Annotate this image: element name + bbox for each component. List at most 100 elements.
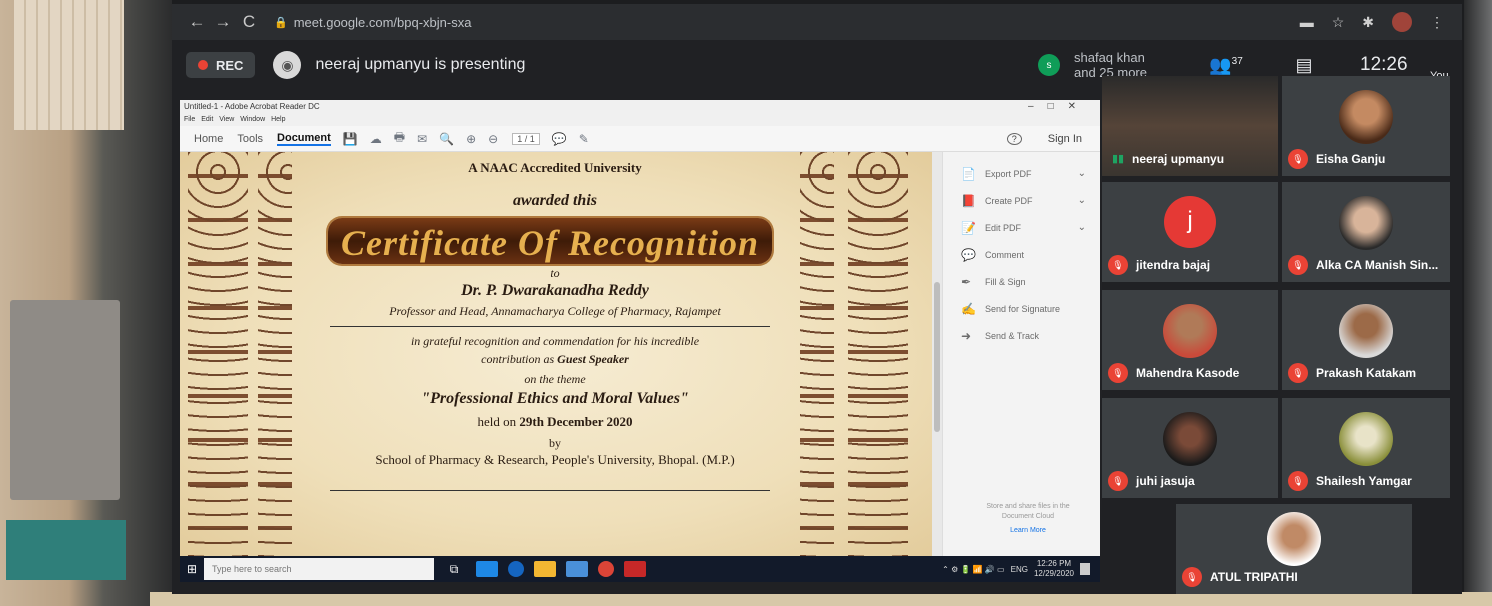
mail-icon[interactable] <box>566 561 588 577</box>
chevron-down-icon[interactable]: ⌄ <box>1078 195 1086 206</box>
back-button[interactable]: ← <box>184 12 210 32</box>
help-icon[interactable]: ? <box>1006 132 1022 145</box>
speaking-indicator-icon: ▮▮ <box>1112 153 1125 165</box>
profile-avatar[interactable] <box>1392 12 1412 32</box>
edge-icon[interactable] <box>508 561 524 577</box>
taskbar-search-input[interactable]: Type here to search <box>204 558 434 580</box>
people-icon-glyph: 👥 <box>1209 54 1232 75</box>
forward-button[interactable]: → <box>210 12 236 32</box>
email-icon[interactable]: ✉ <box>417 132 427 146</box>
menu-kebab-icon[interactable]: ⋮ <box>1430 14 1444 31</box>
task-view-icon[interactable]: ⧉ <box>442 562 466 577</box>
page-up-icon[interactable]: ⊕ <box>466 132 476 146</box>
sign-in-label: Sign In <box>1047 132 1082 145</box>
recipient-designation: Professor and Head, Annamacharya College… <box>389 304 721 318</box>
tool-label: Send for Signature <box>985 303 1061 314</box>
participant-tile[interactable]: 🎙 Eisha Ganju <box>1282 76 1450 176</box>
tab-tools[interactable]: Tools <box>237 133 263 145</box>
language-indicator[interactable]: ENG <box>1011 565 1028 574</box>
awarded-line: awarded this <box>512 192 597 209</box>
chat-icon[interactable]: ▤ <box>1282 55 1326 76</box>
avatar <box>1339 412 1393 466</box>
participant-tile-main[interactable]: ▮▮ neeraj upmanyu <box>1102 76 1278 176</box>
monitor-bezel <box>1464 0 1492 606</box>
search-icon[interactable]: 🔍 <box>439 132 454 146</box>
document-cloud-promo: Store and share files in the Document Cl… <box>973 502 1083 536</box>
participant-tile[interactable]: 🎙 Shailesh Yamgar <box>1282 398 1450 498</box>
acrobat-toolbar: Home Tools Document 💾 ☁ 🖶 ✉ 🔍 ⊕ ⊖ 1 / 1 … <box>180 126 1100 152</box>
participant-tile[interactable]: 🎙 ATUL TRIPATHI <box>1176 504 1412 594</box>
avatar <box>1267 512 1321 566</box>
tool-edit-pdf[interactable]: 📝 Edit PDF ⌄ <box>943 214 1100 241</box>
windows-taskbar: ⊞ Type here to search ⧉ ⌃ ⚙ 🔋 📶 🔊 ▭ ENG … <box>180 556 1100 582</box>
tray-icons[interactable]: ⌃ ⚙ 🔋 📶 🔊 ▭ <box>942 565 1004 574</box>
file-explorer-icon[interactable] <box>534 561 556 577</box>
windows-start-icon[interactable]: ⊞ <box>180 562 204 576</box>
acrobat-menubar[interactable]: File Edit View Window Help <box>180 114 1100 126</box>
tool-fill-sign[interactable]: ✒ Fill & Sign <box>943 268 1100 295</box>
learn-more-link[interactable]: Learn More <box>973 526 1083 536</box>
participant-name: Prakash Katakam <box>1316 366 1417 380</box>
taskbar-clock[interactable]: 12:26 PM 12/29/2020 <box>1034 559 1074 579</box>
tool-export-pdf[interactable]: 📄 Export PDF ⌄ <box>943 160 1100 187</box>
store-icon[interactable] <box>476 561 498 577</box>
taskbar-date: 12/29/2020 <box>1033 569 1074 578</box>
people-icon[interactable]: 👥37 <box>1204 55 1248 76</box>
cast-icon[interactable]: ▬ <box>1300 14 1314 30</box>
window-controls[interactable]: –□✕ <box>1028 100 1090 114</box>
comment-icon[interactable]: 💬 <box>552 132 567 146</box>
tool-comment[interactable]: 💬 Comment <box>943 241 1100 268</box>
acrobat-icon[interactable] <box>624 561 646 577</box>
held-on-line: held on 29th December 2020 <box>310 414 800 430</box>
mic-off-icon: 🎙 <box>1108 363 1128 383</box>
participant-tile[interactable]: 🎙 juhi jasuja <box>1102 398 1278 498</box>
tool-label: Create PDF <box>985 195 1033 206</box>
mic-off-icon: 🎙 <box>1108 471 1128 491</box>
participant-name: Alka CA Manish Sin... <box>1316 258 1439 272</box>
bookmark-star-icon[interactable]: ☆ <box>1332 14 1345 31</box>
tool-send-for-signature[interactable]: ✍ Send for Signature <box>943 295 1100 322</box>
ornament-border-left <box>188 152 248 556</box>
avatar <box>1163 304 1217 358</box>
print-icon[interactable]: 🖶 <box>394 128 405 149</box>
promo-text: Store and share files in the Document Cl… <box>986 503 1070 520</box>
cloud-upload-icon[interactable]: ☁ <box>370 132 382 146</box>
browser-toolbar: ← → C 🔒 meet.google.com/bpq-xbjn-sxa ▬ ☆… <box>172 4 1462 40</box>
mic-off-icon: 🎙 <box>1288 363 1308 383</box>
participant-name: juhi jasuja <box>1136 474 1195 488</box>
chevron-down-icon[interactable]: ⌄ <box>1078 222 1086 233</box>
mic-off-icon: 🎙 <box>1288 149 1308 169</box>
participant-tile[interactable]: 🎙 Mahendra Kasode <box>1102 290 1278 390</box>
tab-home[interactable]: Home <box>194 133 223 145</box>
chevron-down-icon[interactable]: ⌄ <box>1078 168 1086 179</box>
record-dot-icon <box>198 60 208 70</box>
extensions-icon[interactable]: ✱ <box>1362 14 1374 31</box>
tab-document[interactable]: Document <box>277 132 331 146</box>
notification-icon[interactable] <box>1080 563 1090 575</box>
tools-pane: 📄 Export PDF ⌄ 📕 Create PDF ⌄ 📝 Edit PDF ⌄ 💬 Co… <box>942 152 1100 556</box>
signature-divider <box>330 490 770 491</box>
participant-name: neeraj upmanyu <box>1132 152 1225 166</box>
ornament-vine-right <box>800 152 834 556</box>
presenting-text: neeraj upmanyu is presenting <box>315 56 526 73</box>
tool-create-pdf[interactable]: 📕 Create PDF ⌄ <box>943 187 1100 214</box>
by-line: by <box>549 436 561 450</box>
participant-tile[interactable]: j 🎙 jitendra bajaj <box>1102 182 1278 282</box>
page-down-icon[interactable]: ⊖ <box>488 132 498 146</box>
participant-tile[interactable]: 🎙 Prakash Katakam <box>1282 290 1450 390</box>
participant-name: jitendra bajaj <box>1136 258 1211 272</box>
document-scrollbar[interactable] <box>932 152 942 556</box>
participant-tile[interactable]: 🎙 Alka CA Manish Sin... <box>1282 182 1450 282</box>
tool-send-track[interactable]: ➜ Send & Track <box>943 322 1100 349</box>
scrollbar-thumb[interactable] <box>934 282 940 432</box>
taskbar-time: 12:26 PM <box>1036 559 1072 568</box>
chrome-icon[interactable] <box>598 561 614 577</box>
reload-button[interactable]: C <box>236 12 262 32</box>
ornament-vine-left <box>258 152 292 556</box>
sign-in-button[interactable]: ? Sign In <box>993 132 1082 145</box>
page-number-input[interactable]: 1 / 1 <box>512 132 540 145</box>
avatar <box>1339 304 1393 358</box>
save-icon[interactable]: 💾 <box>343 132 358 146</box>
pen-icon[interactable]: ✎ <box>579 132 589 146</box>
address-bar[interactable]: meet.google.com/bpq-xbjn-sxa <box>294 15 472 30</box>
